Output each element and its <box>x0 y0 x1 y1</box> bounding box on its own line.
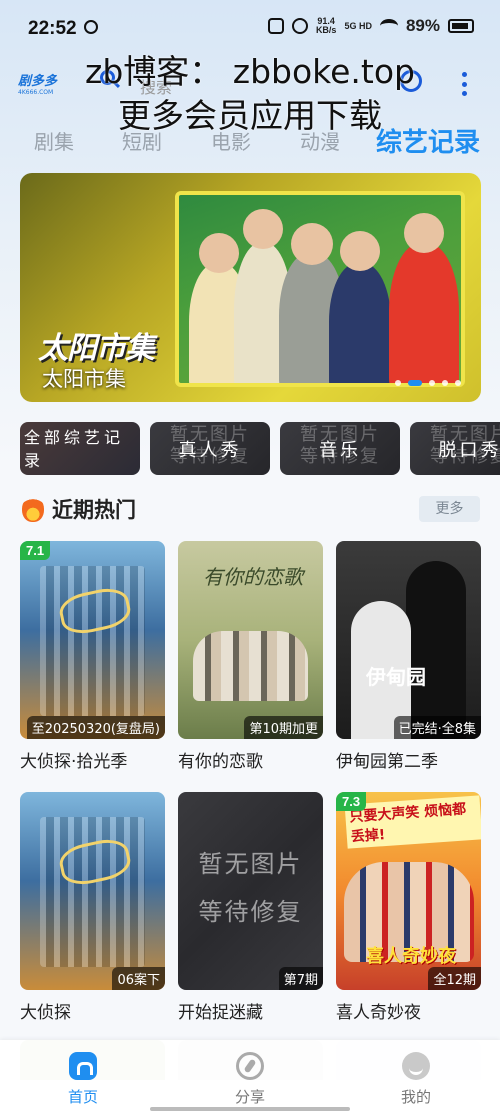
poster: 伊甸园 已完结·全8集 <box>336 541 481 739</box>
net-speed: 91.4 KB/s <box>316 17 337 35</box>
compass-icon <box>236 1052 264 1080</box>
chip-reality-show[interactable]: 暂无图片 等待修复 真人秀 <box>150 422 270 475</box>
episode-badge: 第10期加更 <box>244 716 323 739</box>
dnd-icon <box>291 18 308 34</box>
banner-title: 太阳市集 <box>42 367 126 391</box>
pagination-dot[interactable] <box>442 380 448 386</box>
poster-title: 伊甸园 <box>366 665 426 689</box>
card-title: 大侦探·拾光季 <box>20 752 128 772</box>
home-icon <box>69 1052 97 1080</box>
chip-label: 脱口秀 <box>438 440 500 461</box>
score-badge: 7.3 <box>336 792 367 811</box>
card-title: 伊甸园第二季 <box>336 752 438 772</box>
wifi-icon <box>379 19 398 33</box>
chip-label: 真人秀 <box>178 440 242 461</box>
battery-icon <box>448 19 474 33</box>
chip-talk-show[interactable]: 暂无图片等待修复 脱口秀 <box>410 422 500 475</box>
net-speed-unit: KB/s <box>315 25 337 35</box>
battery-percent: 89% <box>405 16 440 35</box>
bottom-nav: 首页 分享 我的 <box>0 1040 500 1115</box>
poster: 06案下 <box>20 792 165 990</box>
poster: 有你的恋歌 第10期加更 <box>178 541 323 739</box>
video-card[interactable]: 暂无图片 等待修复 第7期 开始捉迷藏 <box>178 792 323 1023</box>
placeholder-line2: 等待修复 <box>198 898 303 926</box>
nav-label: 首页 <box>67 1088 98 1106</box>
poster: 暂无图片 等待修复 第7期 <box>178 792 323 990</box>
nav-mine[interactable]: 我的 <box>376 1052 456 1107</box>
score-badge: 7.1 <box>20 541 51 560</box>
poster: 7.1 至20250320(复盘局) <box>20 541 165 739</box>
pagination-dot[interactable] <box>429 380 435 386</box>
card-title: 大侦探 <box>20 1003 71 1023</box>
face-icon <box>402 1052 430 1080</box>
status-right: 91.4 KB/s 5G HD 89% <box>267 16 474 36</box>
chip-label: 音乐 <box>319 440 361 461</box>
chip-all-variety[interactable]: 全部综艺记录 <box>20 422 140 475</box>
nav-label: 分享 <box>234 1088 265 1106</box>
poster-title: 喜人奇妙夜 <box>366 946 456 967</box>
home-indicator[interactable] <box>150 1107 350 1111</box>
signal-label: 5G HD <box>344 20 372 31</box>
video-card[interactable]: 有你的恋歌 第10期加更 有你的恋歌 <box>178 541 323 772</box>
video-card[interactable]: 只要大声笑 烦恼都丢掉! 喜人奇妙夜 7.3 全12期 喜人奇妙夜 <box>336 792 481 1023</box>
episode-badge: 第7期 <box>278 967 323 990</box>
pagination-dot[interactable] <box>395 380 401 386</box>
status-time: 22:52 <box>28 18 77 39</box>
chip-label: 全部综艺记录 <box>24 428 125 470</box>
category-tabs: 剧集 短剧 电影 动漫 综艺记录 <box>0 122 500 158</box>
video-card[interactable]: 7.1 至20250320(复盘局) 大侦探·拾光季 <box>20 541 165 772</box>
alarm-icon <box>84 20 98 34</box>
video-card[interactable]: 伊甸园 已完结·全8集 伊甸园第二季 <box>336 541 481 772</box>
pagination-dot[interactable] <box>455 380 461 386</box>
banner-logo: 太阳市集 <box>38 331 155 366</box>
hot-section-header: 近期热门 更多 <box>20 494 480 526</box>
fire-icon <box>22 496 44 522</box>
watermark-line1: zb博客： zbboke.top <box>85 52 415 91</box>
card-title: 喜人奇妙夜 <box>336 1003 421 1023</box>
chip-music[interactable]: 暂无图片 等待修复 音乐 <box>280 422 400 475</box>
banner-pagination <box>395 380 461 386</box>
tab-variety[interactable]: 综艺记录 <box>376 122 480 159</box>
poster-title: 有你的恋歌 <box>203 565 303 589</box>
banner-image <box>175 191 465 387</box>
episode-badge: 全12期 <box>428 967 481 990</box>
placeholder-line1: 暂无图片 <box>198 850 303 878</box>
more-button[interactable]: 更多 <box>419 496 480 522</box>
video-card[interactable]: 06案下 大侦探 <box>20 792 165 1023</box>
tab-anime[interactable]: 动漫 <box>300 126 340 155</box>
tab-series[interactable]: 剧集 <box>34 126 74 155</box>
tab-short-drama[interactable]: 短剧 <box>122 126 162 155</box>
mute-icon <box>267 18 284 34</box>
nav-share[interactable]: 分享 <box>210 1052 290 1107</box>
episode-badge: 至20250320(复盘局) <box>26 716 165 739</box>
hero-banner[interactable]: 太阳市集 太阳市集 <box>20 173 481 402</box>
poster: 只要大声笑 烦恼都丢掉! 喜人奇妙夜 7.3 全12期 <box>336 792 481 990</box>
nav-home[interactable]: 首页 <box>43 1052 123 1107</box>
card-title: 开始捉迷藏 <box>178 1003 263 1023</box>
pagination-dot-active[interactable] <box>408 380 422 386</box>
tab-movie[interactable]: 电影 <box>211 126 251 155</box>
section-title: 近期热门 <box>52 498 136 522</box>
episode-badge: 已完结·全8集 <box>393 716 481 739</box>
card-title: 有你的恋歌 <box>178 752 263 772</box>
nav-label: 我的 <box>400 1088 431 1106</box>
episode-badge: 06案下 <box>112 967 165 990</box>
